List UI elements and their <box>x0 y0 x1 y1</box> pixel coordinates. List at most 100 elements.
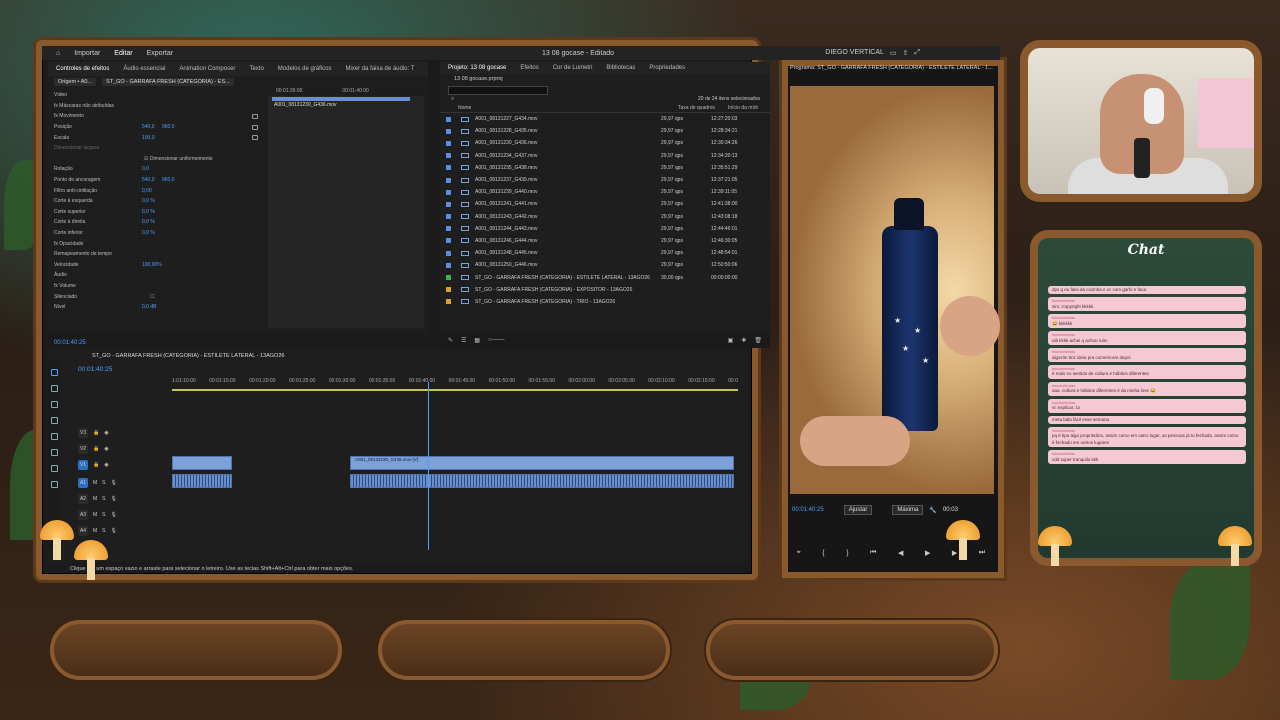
home-icon[interactable]: ⌂ <box>56 50 60 57</box>
sequence-clip-tab[interactable]: ST_GO - GARRAFA FRESH (CATEGORIA) - ES..… <box>102 78 234 86</box>
menu-export[interactable]: Exportar <box>147 50 173 57</box>
program-timecode[interactable]: 00:01:40:25 <box>792 507 824 513</box>
label-swatch[interactable] <box>446 128 451 134</box>
tab-graphic-templates[interactable]: Modelos de gráficos <box>278 66 332 72</box>
value-field[interactable]: 0,0 dB <box>142 304 172 310</box>
eye-icon[interactable]: ◉ <box>104 446 108 452</box>
column-fps[interactable]: Taxa de quadros <box>678 105 728 111</box>
value-field[interactable]: 0,0 % <box>142 198 156 204</box>
audio-clip[interactable] <box>350 474 734 488</box>
project-item[interactable]: ST_GO - GARRAFA FRESH (CATEGORIA) - TRIO… <box>440 296 770 308</box>
sequence-tab[interactable]: ST_GO - GARRAFA FRESH (CATEGORIA) - ESTI… <box>48 350 748 362</box>
track-select-icon[interactable] <box>50 385 58 392</box>
property-row[interactable]: fx Volume <box>48 281 260 292</box>
project-item[interactable]: A001_08131244_G443.mov 29,97 qps 12:44:46:… <box>440 223 770 235</box>
menu-import[interactable]: Importar <box>74 50 100 57</box>
slip-icon[interactable] <box>50 433 58 440</box>
value-field[interactable]: 0,0 % <box>142 209 156 215</box>
expand-icon[interactable]: ⤢ <box>914 49 920 57</box>
mute-icon[interactable]: M <box>93 528 97 534</box>
project-item[interactable]: A001_08131241_G441.mov 29,97 qps 12:41:38:… <box>440 198 770 210</box>
label-swatch[interactable] <box>446 275 451 281</box>
mark-out-icon[interactable]: } <box>846 550 848 557</box>
label-swatch[interactable] <box>446 140 451 146</box>
property-row[interactable]: Rotação 0,0 <box>48 164 260 175</box>
search-input[interactable]: ⌕ <box>448 86 548 102</box>
checkbox-icon[interactable]: ☐ <box>150 294 154 300</box>
share-icon[interactable]: ⇪ <box>903 49 909 57</box>
property-row[interactable]: Silenciado ☐ <box>48 291 260 302</box>
frame-forward-icon[interactable]: ▶ <box>952 549 957 557</box>
tab-text[interactable]: Texto <box>249 66 263 72</box>
value-field[interactable]: 0,0 % <box>142 230 156 236</box>
quality-dropdown[interactable]: Máxima <box>892 505 924 515</box>
value-field[interactable]: 100,00% <box>142 262 172 268</box>
mic-icon[interactable]: 🎙 <box>111 496 117 502</box>
pen-icon[interactable] <box>50 449 58 456</box>
project-item[interactable]: A001_08131248_G445.mov 29,97 qps 12:48:54:… <box>440 247 770 259</box>
effect-timeline[interactable]: 00:01:39:00 00:01:40:00 A001_08131230_G4… <box>268 88 424 328</box>
mic-icon[interactable]: 🎙 <box>111 480 117 486</box>
eye-icon[interactable]: ◉ <box>104 462 108 468</box>
ripple-edit-icon[interactable] <box>50 401 58 408</box>
label-swatch[interactable] <box>446 299 451 305</box>
pencil-icon[interactable]: ✎ <box>448 337 453 344</box>
new-bin-icon[interactable]: ▣ <box>728 337 734 344</box>
list-view-icon[interactable]: ☰ <box>461 337 466 344</box>
project-item[interactable]: ST_GO - GARRAFA FRESH (CATEGORIA) - ESTI… <box>440 271 770 283</box>
property-row[interactable]: Corte à direita 0,0 % <box>48 217 260 228</box>
zoom-slider[interactable]: ○─── <box>488 337 504 343</box>
fullscreen-icon[interactable]: ▭ <box>890 49 897 57</box>
label-swatch[interactable] <box>446 214 451 220</box>
audio-clip[interactable] <box>172 474 232 488</box>
mute-icon[interactable]: M <box>93 480 97 486</box>
property-row[interactable]: Filtro anti-cintilação 0,00 <box>48 185 260 196</box>
column-name[interactable]: Nome <box>458 105 678 111</box>
program-video[interactable]: ★ ★ ★ ★ <box>790 86 1000 494</box>
checkbox-icon[interactable]: ☑ <box>144 156 148 162</box>
property-row[interactable]: Nível 0,0 dB <box>48 302 260 313</box>
label-swatch[interactable] <box>446 201 451 207</box>
label-swatch[interactable] <box>446 116 451 122</box>
label-swatch[interactable] <box>446 238 451 244</box>
new-item-icon[interactable]: ✚ <box>741 337 746 344</box>
track-a2[interactable]: A2 M S 🎙 <box>78 492 117 506</box>
label-swatch[interactable] <box>446 165 451 171</box>
property-row[interactable]: ☑ Dimensionar uniformemente <box>48 154 260 165</box>
fit-dropdown[interactable]: Ajustar <box>843 505 873 515</box>
reset-icon[interactable] <box>252 113 258 119</box>
tab-project[interactable]: Projeto: 13 08 gocase <box>448 65 506 71</box>
label-swatch[interactable] <box>446 287 451 293</box>
tab-effect-controls[interactable]: Controles de efeitos <box>56 66 109 72</box>
reset-icon[interactable] <box>252 135 258 141</box>
tab-animation-composer[interactable]: Animation Composer <box>179 66 235 72</box>
reset-icon[interactable] <box>252 124 258 130</box>
tab-properties[interactable]: Propriedades <box>649 65 685 71</box>
razor-icon[interactable] <box>50 417 58 424</box>
project-item[interactable]: A001_08131230_G436.mov 29,97 qps 12:30:34:… <box>440 137 770 149</box>
video-clip[interactable] <box>172 456 232 470</box>
property-row[interactable]: fx Máscaras não atribuídas <box>48 101 260 112</box>
tab-libraries[interactable]: Bibliotecas <box>606 65 635 71</box>
track-v2[interactable]: V2 🔒 ◉ <box>78 442 109 456</box>
label-swatch[interactable] <box>446 177 451 183</box>
mark-in-icon[interactable]: { <box>822 550 824 557</box>
value-field[interactable]: 100,0 <box>142 135 156 141</box>
mute-icon[interactable]: M <box>93 496 97 502</box>
project-item[interactable]: A001_08131235_G438.mov 29,97 qps 12:35:51:… <box>440 162 770 174</box>
icon-view-icon[interactable]: ▦ <box>474 337 480 344</box>
track-a3[interactable]: A3 M S 🎙 <box>78 508 117 522</box>
project-item[interactable]: A001_08131250_G446.mov 29,97 qps 12:50:50:… <box>440 259 770 271</box>
tab-lumetri[interactable]: Cor de Lumetri <box>553 65 593 71</box>
project-item[interactable]: A001_08131239_G440.mov 29,97 qps 12:39:11:… <box>440 186 770 198</box>
property-row[interactable]: Corte superior 0,0 % <box>48 207 260 218</box>
value-field[interactable]: 0,0 <box>142 166 156 172</box>
track-a1[interactable]: A1 M S 🎙 <box>78 476 117 490</box>
mic-icon[interactable]: 🎙 <box>111 512 117 518</box>
step-forward-icon[interactable]: ⏭ <box>979 549 985 557</box>
solo-icon[interactable]: S <box>102 512 105 518</box>
workspace-label[interactable]: DIEGO VERTICAL <box>825 49 884 57</box>
tab-effects[interactable]: Efeitos <box>520 65 538 71</box>
mic-icon[interactable]: 🎙 <box>111 528 117 534</box>
solo-icon[interactable]: S <box>102 480 105 486</box>
